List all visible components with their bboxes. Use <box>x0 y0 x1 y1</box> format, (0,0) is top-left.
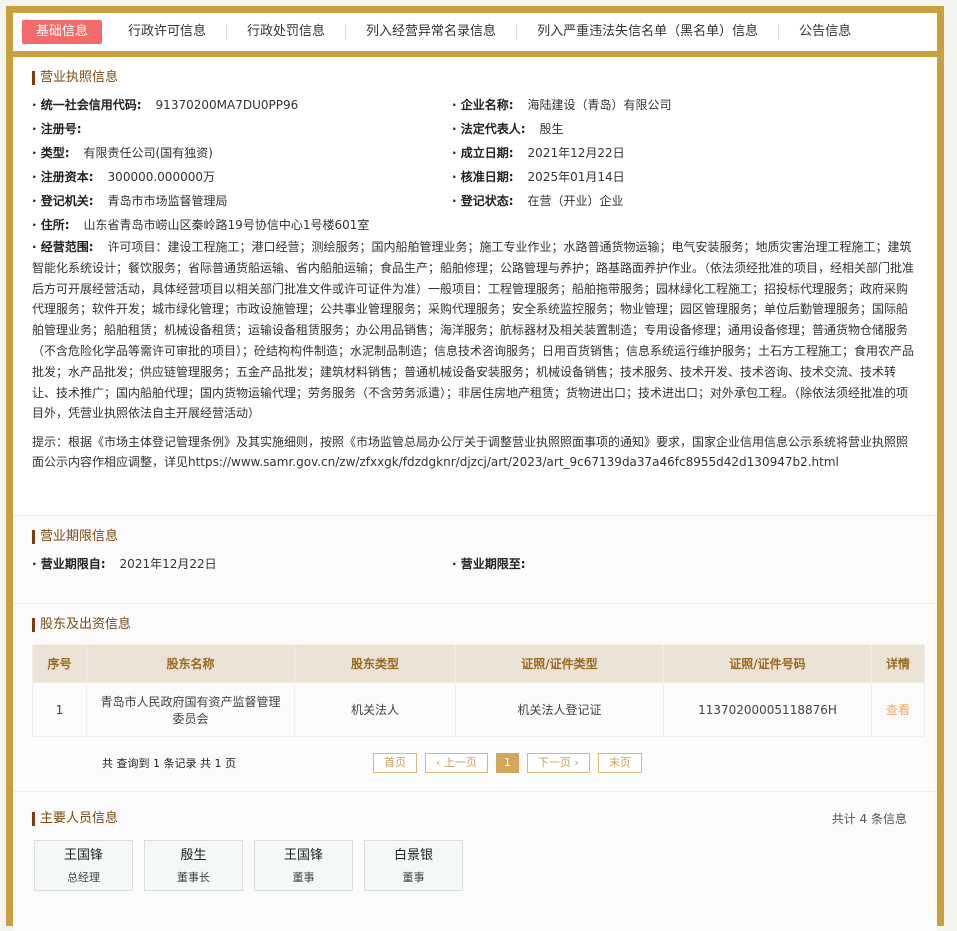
field-value: 许可项目：建设工程施工；港口经营；测绘服务；国内船舶管理业务；施工专业作业；水路… <box>32 240 914 420</box>
field-address: · 住所: 山东省青岛市崂山区秦岭路19号协信中心1号楼601室 <box>32 217 917 233</box>
term-section: 营业期限信息 · 营业期限自: 2021年12月22日 · 营业期限至: <box>13 515 937 603</box>
field-value: 海陆建设（青岛）有限公司 <box>528 98 672 112</box>
field-value: 300000.000000万 <box>108 170 215 184</box>
field-row: · 登记机关: 青岛市市场监督管理局 <box>32 193 452 209</box>
column-header: 股东类型 <box>295 645 456 683</box>
field-label: · 注册号: <box>32 122 82 136</box>
field-value: 殷生 <box>540 122 564 136</box>
tab-admin-license[interactable]: 行政许可信息 <box>108 24 227 40</box>
section-title: 营业期限信息 <box>32 530 917 544</box>
person-role: 董事 <box>255 869 352 885</box>
view-detail-link[interactable]: 查看 <box>872 683 925 737</box>
field-row: · 注册资本: 300000.000000万 <box>32 169 452 185</box>
column-header: 股东名称 <box>87 645 295 683</box>
field-label: · 住所: <box>32 218 70 232</box>
personnel-count: 共计 4 条信息 <box>832 810 907 827</box>
field-label: · 登记状态: <box>452 194 514 208</box>
field-row: · 成立日期: 2021年12月22日 <box>452 145 917 161</box>
field-value: 2021年12月22日 <box>120 557 217 571</box>
person-role: 总经理 <box>35 869 132 885</box>
field-row: · 企业名称: 海陆建设（青岛）有限公司 <box>452 97 917 113</box>
field-row: · 法定代表人: 殷生 <box>452 121 917 137</box>
cell-name: 青岛市人民政府国有资产监督管理委员会 <box>87 683 295 737</box>
field-label: · 成立日期: <box>452 146 514 160</box>
field-term-from: · 营业期限自: 2021年12月22日 <box>32 556 452 572</box>
field-row: · 登记状态: 在营（开业）企业 <box>452 193 917 209</box>
cell-cert-no: 11370200005118876H <box>664 683 872 737</box>
prev-page-button[interactable]: ‹ 上一页 <box>425 753 488 773</box>
tab-basic-info[interactable]: 基础信息 <box>22 20 102 44</box>
field-label: · 统一社会信用代码: <box>32 98 142 112</box>
field-label: · 营业期限至: <box>452 557 526 571</box>
field-value: 青岛市市场监督管理局 <box>108 194 228 208</box>
section-title: 营业执照信息 <box>32 71 917 85</box>
table-row: 1 青岛市人民政府国有资产监督管理委员会 机关法人 机关法人登记证 113702… <box>33 683 925 737</box>
person-card[interactable]: 殷生董事长 <box>144 840 243 891</box>
shareholder-section: 股东及出资信息 序号 股东名称 股东类型 证照/证件类型 证照/证件号码 详情 … <box>13 603 937 791</box>
person-card[interactable]: 白景银董事 <box>364 840 463 891</box>
cell-cert-type: 机关法人登记证 <box>456 683 664 737</box>
field-row: · 注册号: <box>32 121 452 137</box>
business-scope: · 经营范围:许可项目：建设工程施工；港口经营；测绘服务；国内船舶管理业务；施工… <box>32 237 917 424</box>
column-header: 详情 <box>872 645 925 683</box>
field-label: · 经营范围: <box>32 240 94 254</box>
next-page-button[interactable]: 下一页 › <box>527 753 590 773</box>
field-label: · 营业期限自: <box>32 557 106 571</box>
field-value: 有限责任公司(国有独资) <box>84 146 213 160</box>
person-card[interactable]: 王国锋总经理 <box>34 840 133 891</box>
field-label: · 核准日期: <box>452 170 514 184</box>
person-card[interactable]: 王国锋董事 <box>254 840 353 891</box>
shareholder-table: 序号 股东名称 股东类型 证照/证件类型 证照/证件号码 详情 1 青岛市人民政… <box>32 644 925 737</box>
field-label: · 企业名称: <box>452 98 514 112</box>
notice-text: 提示：根据《市场主体登记管理条例》及其实施细则，按照《市场监管总局办公厅关于调整… <box>32 432 917 472</box>
page-1-button[interactable]: 1 <box>496 753 519 773</box>
field-value: 91370200MA7DU0PP96 <box>156 98 299 112</box>
field-row: · 类型: 有限责任公司(国有独资) <box>32 145 452 161</box>
column-header: 证照/证件类型 <box>456 645 664 683</box>
person-name: 殷生 <box>145 847 242 865</box>
person-name: 王国锋 <box>255 847 352 865</box>
field-row: · 统一社会信用代码: 91370200MA7DU0PP96 <box>32 97 452 113</box>
person-name: 白景银 <box>365 847 462 865</box>
personnel-section: 主要人员信息 共计 4 条信息 王国锋总经理殷生董事长王国锋董事白景银董事 <box>13 791 937 931</box>
tab-blacklist[interactable]: 列入严重违法失信名单（黑名单）信息 <box>517 24 779 40</box>
person-name: 王国锋 <box>35 847 132 865</box>
section-title: 主要人员信息 <box>32 812 917 826</box>
column-header: 证照/证件号码 <box>664 645 872 683</box>
field-value: 2025年01月14日 <box>528 170 625 184</box>
field-label: · 注册资本: <box>32 170 94 184</box>
pagination: 共 查询到 1 条记录 共 1 页 首页 ‹ 上一页 1 下一页 › 末页 <box>32 737 917 789</box>
tab-bar: 基础信息 行政许可信息 行政处罚信息 列入经营异常名录信息 列入严重违法失信名单… <box>13 13 937 51</box>
content-frame: 基础信息 行政许可信息 行政处罚信息 列入经营异常名录信息 列入严重违法失信名单… <box>6 6 944 926</box>
field-label: · 登记机关: <box>32 194 94 208</box>
field-label: · 法定代表人: <box>452 122 526 136</box>
license-section: 营业执照信息 · 统一社会信用代码: 91370200MA7DU0PP96 · 企业… <box>13 57 937 515</box>
field-label: · 类型: <box>32 146 70 160</box>
field-value: 在营（开业）企业 <box>528 194 624 208</box>
cell-type: 机关法人 <box>295 683 456 737</box>
cell-no: 1 <box>33 683 87 737</box>
tab-admin-penalty[interactable]: 行政处罚信息 <box>227 24 346 40</box>
first-page-button[interactable]: 首页 <box>373 753 417 773</box>
field-value: 2021年12月22日 <box>528 146 625 160</box>
record-summary: 共 查询到 1 条记录 共 1 页 <box>32 755 236 771</box>
person-role: 董事长 <box>145 869 242 885</box>
tab-announcements[interactable]: 公告信息 <box>779 24 871 40</box>
field-value: 山东省青岛市崂山区秦岭路19号协信中心1号楼601室 <box>84 218 370 232</box>
field-row: · 核准日期: 2025年01月14日 <box>452 169 917 185</box>
tab-abnormal-list[interactable]: 列入经营异常名录信息 <box>346 24 517 40</box>
person-role: 董事 <box>365 869 462 885</box>
field-term-to: · 营业期限至: <box>452 556 917 572</box>
last-page-button[interactable]: 末页 <box>598 753 642 773</box>
column-header: 序号 <box>33 645 87 683</box>
section-title: 股东及出资信息 <box>32 618 917 632</box>
